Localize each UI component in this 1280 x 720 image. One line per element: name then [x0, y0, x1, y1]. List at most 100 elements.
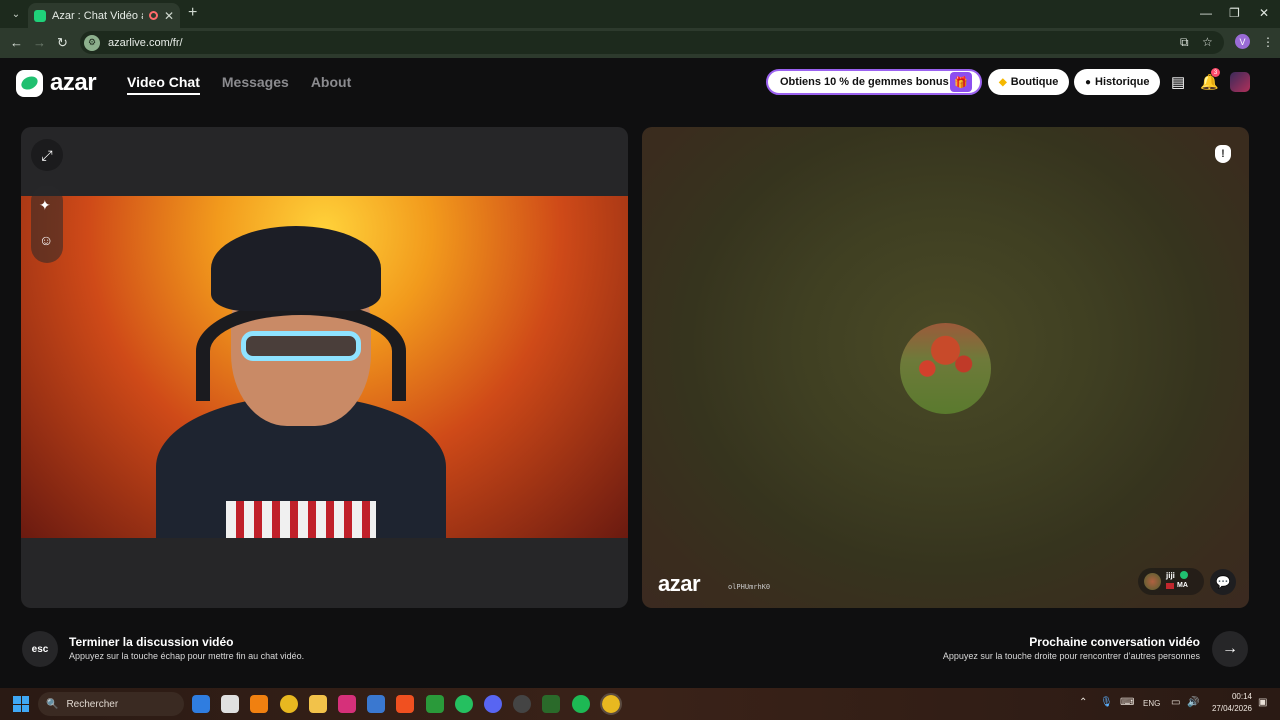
security-app-icon[interactable] [192, 695, 210, 713]
file-explorer-icon[interactable] [309, 695, 327, 713]
morocco-flag-icon [1166, 582, 1174, 589]
partner-avatar [1144, 573, 1161, 590]
shirt-print-shape [226, 501, 376, 538]
network-icon[interactable]: ▭ [1171, 697, 1180, 708]
azar-watermark: azar [658, 571, 701, 596]
browser-tab[interactable]: Azar : Chat Vidéo avec de ✕ [28, 3, 180, 28]
xbox-icon[interactable] [426, 695, 444, 713]
local-user-video [156, 226, 446, 538]
inbox-icon[interactable]: ▤ [1171, 73, 1185, 91]
browser-menu-icon[interactable]: ⋮ [1262, 35, 1274, 49]
azar-logo-icon [16, 69, 43, 97]
clock-icon: ● [1085, 76, 1092, 88]
country-code: MA [1177, 582, 1188, 589]
nav-video-chat[interactable]: Video Chat [127, 74, 200, 95]
clock-time: 00:14 [1231, 692, 1252, 701]
browser-profile-avatar[interactable]: V [1235, 34, 1250, 49]
minimize-icon[interactable]: — [1200, 6, 1212, 20]
forward-icon[interactable]: → [33, 35, 46, 50]
browser-toolbar: ← → ↻ ⚙ azarlive.com/fr/ [0, 28, 1280, 58]
logo-text: azar [50, 69, 97, 96]
local-camera-feed [21, 196, 628, 538]
store-icon[interactable] [367, 695, 385, 713]
history-button[interactable]: ● Historique [1074, 69, 1161, 95]
restore-icon[interactable]: ❐ [1229, 6, 1240, 20]
url-text: azarlive.com/fr/ [108, 36, 183, 49]
tab-title: Azar : Chat Vidéo avec de [52, 9, 143, 22]
gem-icon: ◆ [999, 76, 1007, 88]
effects-toolbar: ✦ ☺ [31, 185, 63, 263]
reload-icon[interactable]: ↻ [57, 35, 68, 51]
expand-icon[interactable]: ⤢ [31, 139, 63, 171]
file-share-icon[interactable] [221, 695, 239, 713]
chrome-icon[interactable] [280, 695, 298, 713]
clock[interactable]: 00:14 27/04/2026 [1206, 691, 1252, 715]
bookmark-star-icon[interactable]: ☆ [1202, 35, 1213, 49]
tab-search-icon[interactable]: ⌄ [4, 4, 28, 24]
shop-label: Boutique [1010, 76, 1059, 88]
search-placeholder: Rechercher [66, 698, 119, 710]
beanie-shape [211, 226, 381, 311]
nav-messages[interactable]: Messages [222, 74, 289, 95]
vlc-icon[interactable] [250, 695, 268, 713]
window-close-icon[interactable]: ✕ [1259, 6, 1269, 20]
local-video-panel: ⤢ ✦ ☺ [21, 127, 628, 608]
remote-video-panel: ! azar olPHUmrhK0 jiji MA 💬 [642, 127, 1249, 608]
gift-icon: 🎁 [950, 72, 972, 92]
report-shield-icon[interactable]: ! [1215, 145, 1231, 163]
tab-close-icon[interactable]: ✕ [164, 9, 174, 23]
history-label: Historique [1095, 76, 1150, 88]
chat-bubble-icon[interactable]: 💬 [1210, 569, 1236, 595]
tray-chevron-icon[interactable]: ⌃ [1079, 697, 1087, 708]
browser-tabstrip: ⌄ Azar : Chat Vidéo avec de ✕ + — ❐ ✕ [0, 0, 1280, 28]
notification-badge: 3 [1211, 68, 1220, 77]
user-id-watermark: olPHUmrhK0 [728, 583, 771, 591]
spotify-icon[interactable] [572, 695, 590, 713]
new-tab-button[interactable]: + [188, 4, 197, 22]
azar-favicon-icon [34, 9, 46, 22]
gem-bonus-promo-button[interactable]: Obtiens 10 % de gemmes bonus ! 🎁 [766, 69, 982, 95]
microphone-icon[interactable]: 🎙 [1100, 697, 1113, 708]
steam-icon[interactable] [513, 695, 531, 713]
search-icon: 🔍 [46, 698, 59, 710]
verified-icon [1180, 571, 1188, 579]
end-chat-subtitle: Appuyez sur la touche échap pour mettre … [69, 651, 305, 661]
shop-button[interactable]: ◆ Boutique [988, 69, 1070, 95]
main-nav: Video Chat Messages About [127, 74, 351, 95]
back-icon[interactable]: ← [10, 35, 23, 50]
instagram-icon[interactable] [338, 695, 356, 713]
whatsapp-icon[interactable] [455, 695, 473, 713]
taskbar-search[interactable]: 🔍 Rechercher [38, 692, 184, 716]
esc-button[interactable]: esc [22, 631, 58, 667]
partner-name: jiji [1166, 571, 1175, 580]
chrome-active-icon[interactable] [600, 693, 622, 715]
next-chat-subtitle: Appuyez sur la touche droite pour rencon… [942, 651, 1200, 661]
windows-start-icon[interactable] [13, 696, 29, 712]
site-info-icon[interactable]: ⚙ [84, 34, 100, 51]
brave-icon[interactable] [396, 695, 414, 713]
install-app-icon[interactable]: ⧉ [1180, 35, 1189, 50]
notifications-icon[interactable]: ▣ [1258, 697, 1267, 708]
keyboard-icon[interactable]: ⌨ [1120, 697, 1134, 708]
language-indicator[interactable]: ENG [1143, 699, 1160, 708]
nav-about[interactable]: About [311, 74, 351, 95]
next-chat-title: Prochaine conversation vidéo [1029, 635, 1200, 649]
partner-country: MA [1166, 582, 1188, 589]
recording-icon [148, 11, 158, 20]
address-bar[interactable]: ⚙ azarlive.com/fr/ [80, 31, 1224, 54]
end-chat-title: Terminer la discussion vidéo [69, 635, 234, 649]
magic-wand-icon[interactable]: ✦ [39, 197, 51, 214]
glasses-shape [241, 331, 361, 361]
discord-icon[interactable] [484, 695, 502, 713]
volume-icon[interactable]: 🔊 [1187, 697, 1199, 708]
azar-logo[interactable]: azar [16, 69, 97, 97]
partner-profile-image [900, 323, 991, 414]
media-player-icon[interactable] [542, 695, 560, 713]
partner-info-chip[interactable]: jiji MA [1138, 568, 1204, 595]
sticker-icon[interactable]: ☺ [39, 232, 53, 248]
clock-date: 27/04/2026 [1211, 704, 1252, 713]
promo-label: Obtiens 10 % de gemmes bonus ! [780, 76, 956, 88]
next-arrow-button[interactable]: → [1212, 631, 1248, 667]
user-avatar[interactable] [1230, 72, 1250, 92]
taskbar: 🔍 Rechercher ⌃ 🎙 ⌨ ENG ▭ 🔊 00:14 27/04/2… [0, 688, 1280, 720]
